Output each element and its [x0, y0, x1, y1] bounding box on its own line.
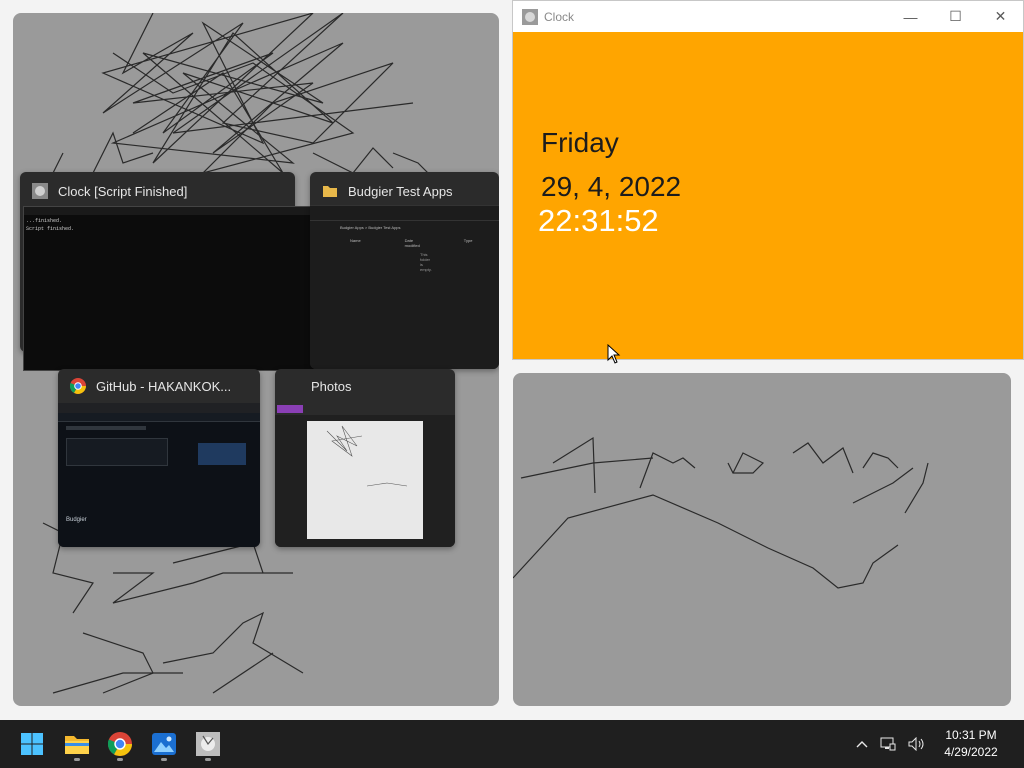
column-header: Name [350, 238, 361, 243]
clock-window-title: Clock [544, 9, 575, 24]
volume-icon[interactable] [908, 737, 926, 751]
folder-icon [65, 736, 89, 754]
snap-assist-area: Clock [Script Finished] ...finished. Scr… [13, 13, 499, 706]
taskbar-time: 10:31 PM [945, 728, 997, 742]
chevron-up-icon[interactable] [856, 740, 868, 748]
taskbar-photos[interactable] [144, 726, 184, 762]
column-header: Type [463, 238, 473, 243]
photos-thumbnail [275, 403, 455, 547]
empty-folder-text: This folder is empty. [420, 252, 432, 272]
task-card-file-explorer[interactable]: Budgier Test Apps Budgier Apps > Budgier… [310, 172, 499, 369]
chrome-icon [108, 732, 132, 756]
task-card-github-chrome[interactable]: GitHub - HAKANKOK... Budgier [58, 369, 260, 547]
clock-day-label: Friday [541, 127, 619, 158]
close-button[interactable]: ✕ [978, 1, 1023, 32]
task-card-header: Clock [Script Finished] [20, 172, 295, 210]
minimize-button[interactable]: — [888, 1, 933, 32]
task-card-title: Budgier Test Apps [348, 183, 453, 199]
taskbar-chrome[interactable] [100, 726, 140, 762]
windows-logo-icon [21, 733, 43, 755]
taskbar-file-explorer[interactable] [57, 726, 97, 762]
task-card-header: Photos [275, 369, 455, 403]
clock-date-label: 29, 4, 2022 [541, 171, 682, 202]
scribble-drawing-right [513, 436, 929, 589]
clock-app-icon [32, 183, 48, 199]
task-card-header: GitHub - HAKANKOK... [58, 369, 260, 403]
console-line: Script finished. [26, 226, 75, 232]
photo-preview-scribble [326, 425, 408, 487]
clock-app-icon [196, 732, 220, 756]
clock-window[interactable]: Clock — ☐ ✕ Friday 29, 4, 2022 22:31:52 [512, 0, 1024, 360]
task-card-title: GitHub - HAKANKOK... [96, 378, 232, 394]
github-thumbnail: Budgier [58, 403, 260, 547]
column-header: Date modified [404, 238, 420, 248]
taskbar-clock[interactable]: 10:31 PM 4/29/2022 [932, 727, 1010, 761]
explorer-thumbnail: Budgier Apps > Budgier Test Apps Name Da… [310, 205, 499, 369]
maximize-button[interactable]: ☐ [933, 1, 978, 32]
console-thumbnail: ...finished. Script finished. [23, 206, 333, 371]
github-heading: Budgier [66, 517, 87, 523]
taskbar-date: 4/29/2022 [944, 745, 998, 759]
taskbar-clock-app[interactable] [188, 726, 228, 762]
snap-assist-area-secondary [513, 373, 1011, 706]
clock-time-label: 22:31:52 [538, 203, 659, 238]
console-line: ...finished. [26, 218, 63, 224]
explorer-path: Budgier Apps > Budgier Test Apps [340, 225, 401, 230]
chrome-icon [70, 378, 86, 394]
mouse-cursor-icon [607, 344, 621, 364]
folder-icon [323, 186, 337, 197]
task-card-photos[interactable]: Photos [275, 369, 455, 547]
task-card-title: Photos [311, 378, 352, 394]
clock-app-icon [522, 8, 538, 25]
start-button[interactable] [12, 726, 52, 762]
system-tray: 10:31 PM 4/29/2022 [850, 720, 1024, 768]
taskbar: 10:31 PM 4/29/2022 [0, 720, 1024, 768]
task-card-title: Clock [Script Finished] [58, 183, 188, 199]
photos-icon [152, 733, 176, 755]
clock-titlebar[interactable]: Clock — ☐ ✕ [513, 1, 1023, 32]
network-icon[interactable] [880, 737, 896, 751]
